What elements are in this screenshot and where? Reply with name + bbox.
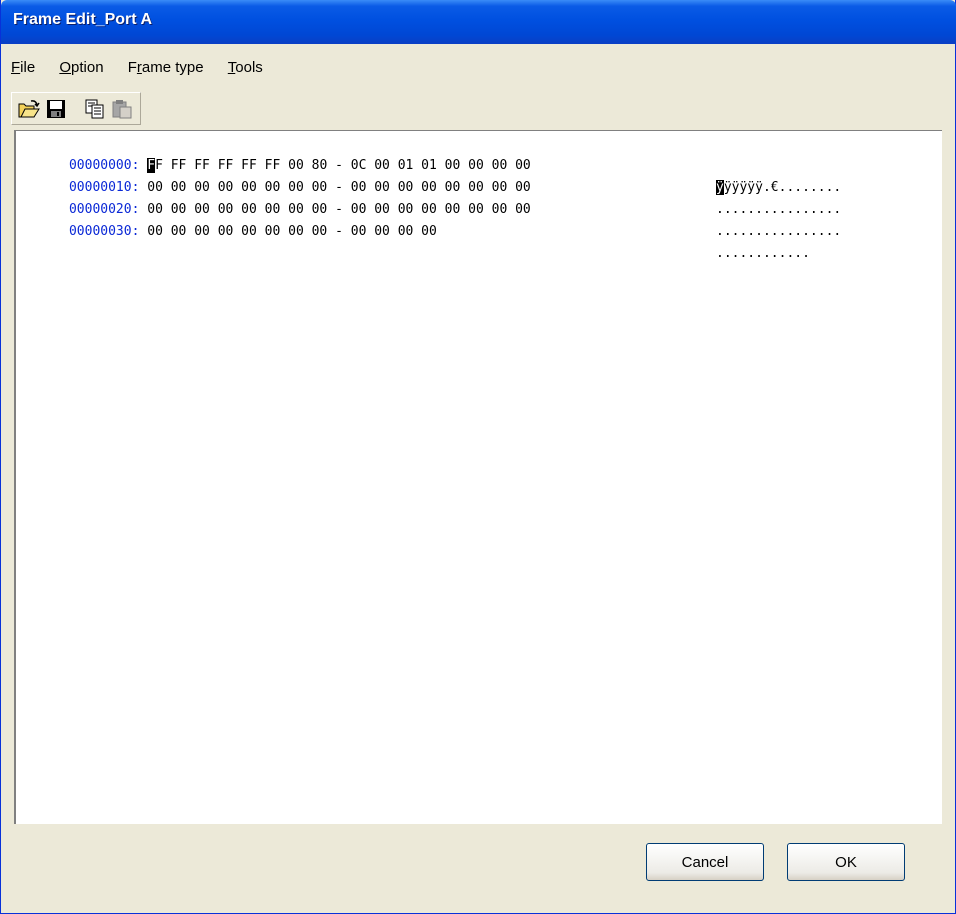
row-ascii: ................ — [716, 224, 842, 239]
menu-file[interactable]: File — [11, 59, 35, 76]
row-ascii: ................ — [716, 202, 842, 217]
copy-button[interactable] — [82, 96, 108, 122]
hex-editor[interactable]: 00000000: FF FF FF FF FF FF 00 80 - 0C 0… — [14, 130, 942, 824]
hex-row[interactable]: 00000030: 00 00 00 00 00 00 00 00 - 00 0… — [22, 199, 810, 261]
row-hex: 00 00 00 00 00 00 00 00 - 00 00 00 00 — [147, 224, 437, 239]
toolbar-separator — [70, 96, 82, 122]
menu-bar: File Option Frame type Tools — [1, 50, 956, 86]
menu-tools[interactable]: Tools — [228, 59, 263, 76]
hex-row[interactable]: 00000010: 00 00 00 00 00 00 00 00 - 00 0… — [22, 155, 841, 217]
paste-icon — [112, 99, 132, 118]
row-ascii: ............ — [716, 246, 810, 261]
ok-button[interactable]: OK — [787, 843, 905, 881]
row-address: 00000030: — [68, 224, 140, 239]
save-icon — [47, 99, 65, 118]
open-folder-icon — [18, 99, 40, 117]
cancel-button[interactable]: Cancel — [646, 843, 764, 881]
frame-edit-window: Frame Edit_Port A File Option Frame type… — [0, 0, 956, 914]
title-bar[interactable]: Frame Edit_Port A — [1, 0, 956, 44]
open-button[interactable] — [16, 96, 42, 122]
toolbar — [11, 92, 141, 125]
copy-icon — [85, 99, 104, 118]
row-ascii: ÿÿÿÿÿÿ.€........ — [716, 180, 842, 195]
window-title: Frame Edit_Port A — [13, 11, 152, 28]
hex-row[interactable]: 00000000: FF FF FF FF FF FF 00 80 - 0C 0… — [22, 133, 841, 195]
paste-button[interactable] — [109, 96, 135, 122]
menu-frame-type[interactable]: Frame type — [128, 59, 204, 76]
ascii-cursor: ÿ — [716, 180, 724, 195]
save-button[interactable] — [43, 96, 69, 122]
menu-option[interactable]: Option — [59, 59, 103, 76]
hex-row[interactable]: 00000020: 00 00 00 00 00 00 00 00 - 00 0… — [22, 177, 841, 239]
